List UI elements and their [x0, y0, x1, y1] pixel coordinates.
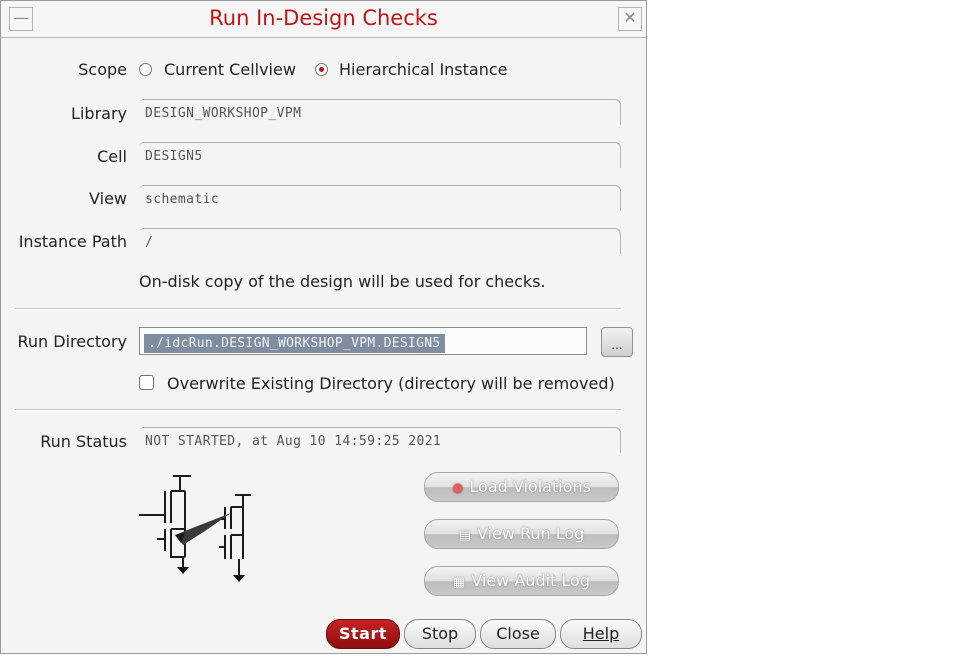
divider [15, 308, 621, 310]
browse-button[interactable]: ... [601, 327, 633, 357]
close-window-button[interactable]: ✕ [618, 7, 642, 31]
view-run-log-label: View Run Log [476, 524, 585, 543]
violations-icon: ● [452, 481, 464, 496]
instance-path-label: Instance Path [18, 232, 127, 251]
instance-path-field: / [139, 228, 621, 254]
hierarchical-instance-label[interactable]: Hierarchical Instance [339, 60, 508, 79]
run-directory-label: Run Directory [17, 332, 127, 351]
run-status-field: NOT STARTED, at Aug 10 14:59:25 2021 [139, 427, 621, 453]
view-run-log-button[interactable]: ▤ View Run Log [424, 519, 619, 549]
run-directory-input[interactable]: ./idcRun.DESIGN_WORKSHOP_VPM.DESIGN5 [139, 327, 587, 355]
overwrite-label[interactable]: Overwrite Existing Directory (directory … [167, 374, 615, 393]
dialog-title: Run In-Design Checks [209, 6, 438, 30]
cell-label: Cell [97, 147, 127, 166]
current-cellview-label[interactable]: Current Cellview [164, 60, 296, 79]
radio-current-cellview[interactable] [139, 63, 152, 76]
view-audit-log-label: View Audit Log [471, 571, 590, 590]
schematic-illustration [139, 475, 251, 582]
cell-field: DESIGN5 [139, 142, 621, 168]
view-audit-log-button[interactable]: ▦ View Audit Log [424, 566, 619, 596]
on-disk-note: On-disk copy of the design will be used … [139, 272, 546, 291]
view-label: View [89, 189, 127, 208]
log-icon: ▤ [458, 528, 471, 543]
help-label: Help [582, 624, 620, 643]
start-button[interactable]: Start [326, 619, 400, 649]
run-directory-value: ./idcRun.DESIGN_WORKSHOP_VPM.DESIGN5 [144, 334, 445, 353]
load-violations-button[interactable]: ● Load Violations [424, 472, 619, 502]
view-field: schematic [139, 185, 621, 211]
run-status-label: Run Status [40, 432, 127, 451]
overwrite-checkbox[interactable] [139, 375, 154, 390]
load-violations-label: Load Violations [469, 477, 591, 496]
divider [15, 409, 621, 411]
audit-log-icon: ▦ [453, 575, 466, 590]
help-button[interactable]: Help [560, 619, 642, 649]
library-field: DESIGN_WORKSHOP_VPM [139, 99, 621, 125]
close-icon: ✕ [623, 8, 637, 27]
library-label: Library [71, 104, 127, 123]
run-in-design-checks-dialog: — Run In-Design Checks ✕ Scope Current C… [0, 0, 647, 654]
radio-hierarchical-instance[interactable] [315, 63, 328, 76]
scope-label: Scope [78, 60, 127, 79]
stop-button[interactable]: Stop [404, 619, 476, 649]
close-button[interactable]: Close [480, 619, 556, 649]
title-bar: — Run In-Design Checks ✕ [1, 1, 646, 38]
